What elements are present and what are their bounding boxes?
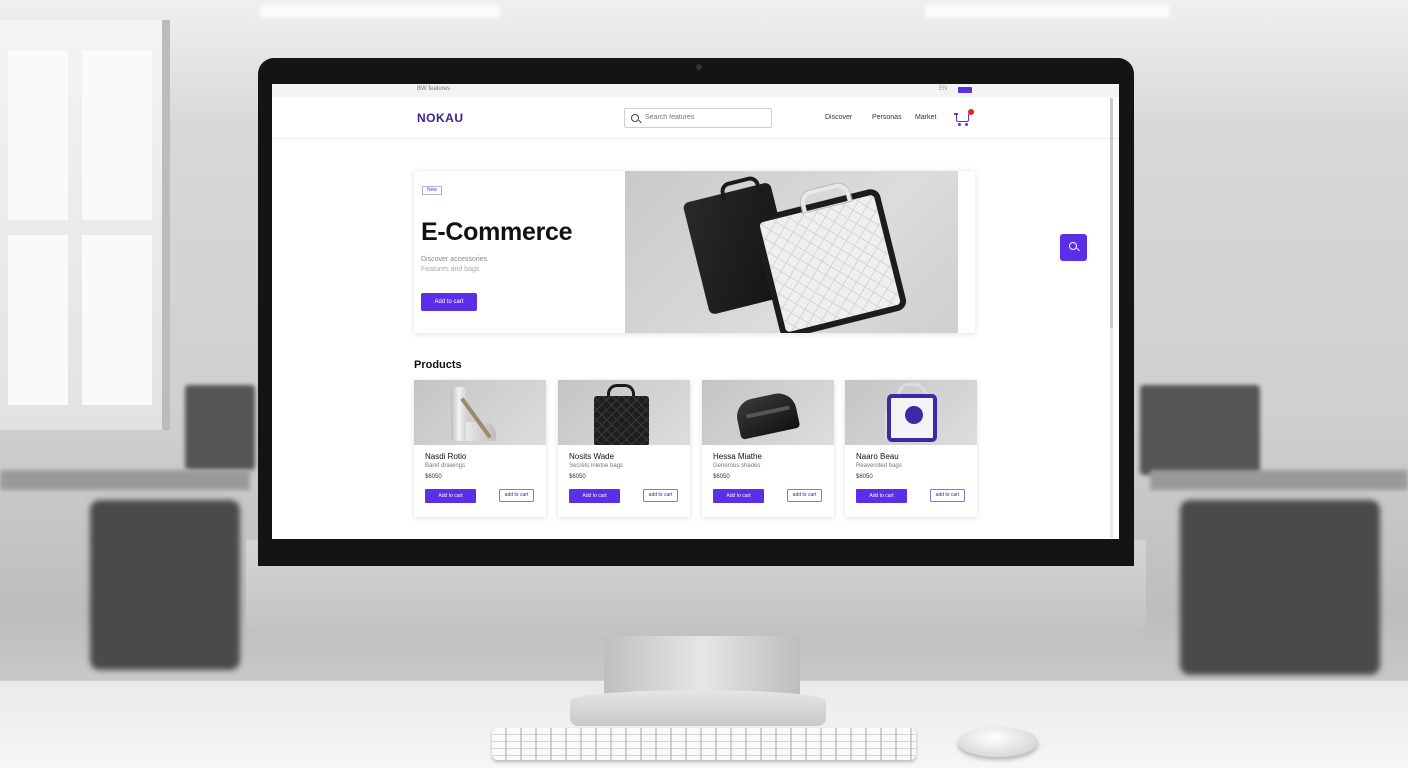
product-price: $6050 — [856, 474, 873, 480]
site-header: NOKAU Discover Personas Market — [272, 97, 1119, 139]
window-pane — [8, 50, 68, 220]
black-pouch-image — [733, 390, 801, 440]
hero-subtitle: Discover accessories — [421, 256, 488, 263]
cart-icon-basket — [956, 114, 969, 122]
keyboard-keys — [492, 728, 916, 760]
product-image — [558, 380, 690, 445]
bag-emblem — [905, 406, 923, 424]
product-card[interactable]: Nosits Wade Secrets inletse bags $6050 A… — [558, 380, 690, 517]
product-name[interactable]: Naaro Beau — [856, 452, 899, 461]
product-image — [702, 380, 834, 445]
search-icon — [631, 114, 639, 122]
mouse — [958, 727, 1038, 757]
product-name[interactable]: Hessa Miathe — [713, 452, 762, 461]
site-logo[interactable]: NOKAU — [417, 111, 464, 125]
top-utility-bar: BW features EN — [272, 84, 1119, 97]
scrollbar-thumb[interactable] — [1110, 98, 1113, 328]
secondary-action-button[interactable]: add to cart — [787, 489, 822, 502]
window-pane — [8, 235, 68, 405]
nav-link-discover[interactable]: Discover — [825, 114, 852, 121]
nav-link-market[interactable]: Market — [915, 114, 936, 121]
secondary-action-button[interactable]: add to cart — [643, 489, 678, 502]
screen: BW features EN NOKAU Discover Personas M… — [272, 84, 1119, 539]
product-description: Generous shades — [713, 463, 761, 469]
cart-button[interactable] — [954, 109, 974, 127]
product-image — [845, 380, 977, 445]
product-price: $6050 — [425, 474, 442, 480]
product-price: $6050 — [569, 474, 586, 480]
search-box[interactable] — [624, 108, 772, 128]
hero-title: E-Commerce — [421, 218, 573, 246]
ceiling-light — [260, 4, 500, 18]
search-icon — [1069, 242, 1077, 250]
ceiling-light — [925, 4, 1170, 18]
monitor-stand-base — [570, 690, 826, 726]
secondary-action-button[interactable]: add to cart — [499, 489, 534, 502]
window-pane — [82, 235, 152, 405]
product-price: $6050 — [713, 474, 730, 480]
hero-banner: New E-Commerce Discover accessories Feat… — [414, 171, 975, 333]
products-section-title: Products — [414, 359, 462, 371]
background-desk — [0, 470, 250, 490]
hero-subtitle-secondary: Features and bags — [421, 266, 480, 273]
language-selector[interactable]: EN — [939, 86, 947, 92]
add-to-cart-button[interactable]: Add to cart — [425, 489, 476, 503]
background-window — [0, 20, 170, 430]
topbar-text: BW features — [417, 86, 451, 92]
product-name[interactable]: Nosits Wade — [569, 452, 614, 461]
background-desk — [1150, 470, 1408, 490]
add-to-cart-button[interactable]: Add to cart — [856, 489, 907, 503]
product-image — [414, 380, 546, 445]
product-description: Reaveroted bags — [856, 463, 902, 469]
hero-badge: New — [422, 186, 443, 195]
background-monitor — [1140, 385, 1260, 475]
product-description: Secrets inletse bags — [569, 463, 624, 469]
cart-icon-wheel — [958, 123, 961, 126]
quilted-black-bag-image — [594, 396, 649, 445]
product-card[interactable]: Nasdi Rotio Baret drawings $6050 Add to … — [414, 380, 546, 517]
account-pill[interactable] — [958, 87, 972, 93]
product-card[interactable]: Hessa Miathe Generous shades $6050 Add t… — [702, 380, 834, 517]
camera-icon — [696, 64, 702, 70]
search-input[interactable] — [645, 114, 765, 121]
product-description: Baret drawings — [425, 463, 466, 469]
product-card[interactable]: Naaro Beau Reaveroted bags $6050 Add to … — [845, 380, 977, 517]
boot-image — [451, 387, 467, 441]
keyboard — [492, 728, 916, 760]
add-to-cart-button[interactable]: Add to cart — [713, 489, 764, 503]
cart-badge — [968, 109, 974, 115]
window-pane — [82, 50, 152, 220]
hero-product-image — [625, 171, 958, 333]
floating-search-button[interactable] — [1060, 234, 1087, 261]
product-name[interactable]: Nasdi Rotio — [425, 452, 466, 461]
background-monitor — [185, 385, 255, 470]
hero-add-to-cart-button[interactable]: Add to cart — [421, 293, 477, 311]
background-chair — [90, 500, 240, 670]
secondary-action-button[interactable]: add to cart — [930, 489, 965, 502]
background-chair — [1180, 500, 1380, 675]
cart-icon-wheel — [965, 123, 968, 126]
add-to-cart-button[interactable]: Add to cart — [569, 489, 620, 503]
nav-link-personas[interactable]: Personas — [872, 114, 902, 121]
